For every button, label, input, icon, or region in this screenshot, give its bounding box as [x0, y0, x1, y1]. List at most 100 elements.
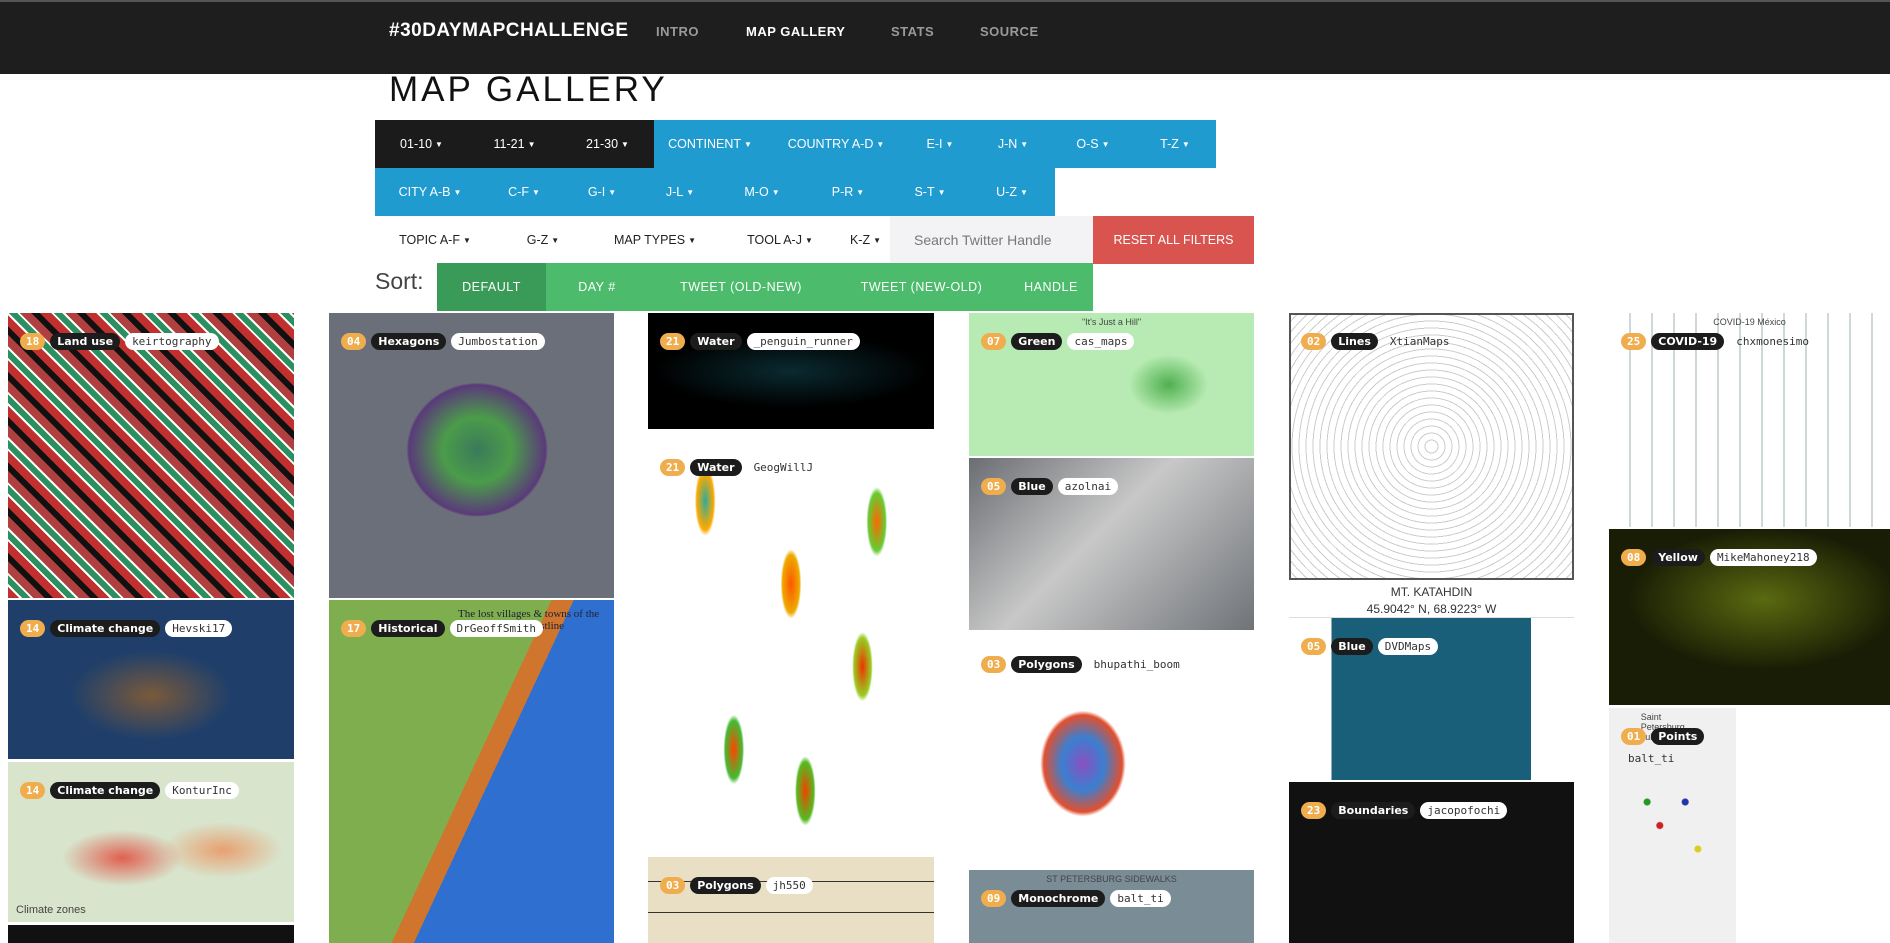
day-badge[interactable]: 14: [20, 620, 46, 637]
twitter-handle[interactable]: chxmonesimo: [1729, 333, 1816, 350]
sort-option-3[interactable]: TWEET (NEW-OLD): [834, 263, 1009, 311]
map-thumbnail[interactable]: [8, 313, 294, 598]
topic-badge[interactable]: Climate change: [50, 620, 161, 637]
map-tile[interactable]: 18 Land use keirtography: [8, 313, 294, 598]
map-tile[interactable]: 05 Blue DVDMaps: [1289, 618, 1574, 780]
filter-country-4[interactable]: O-S ▼: [1052, 120, 1134, 168]
filter-city-0[interactable]: CITY A-B ▼: [375, 168, 485, 216]
filter-topic-0[interactable]: TOPIC A-F ▼: [375, 216, 495, 264]
map-tile[interactable]: Climate zones 14 Climate change KonturInc: [8, 762, 294, 922]
topic-badge[interactable]: Hexagons: [371, 333, 447, 350]
map-thumbnail[interactable]: [648, 857, 934, 943]
day-badge[interactable]: 05: [981, 478, 1007, 495]
map-tile[interactable]: 23 Boundaries jacopofochi: [1289, 782, 1574, 943]
topic-badge[interactable]: Climate change: [50, 782, 161, 799]
filter-country-1[interactable]: COUNTRY A-D ▼: [766, 120, 906, 168]
day-badge[interactable]: 09: [981, 890, 1007, 907]
nav-intro[interactable]: INTRO: [656, 24, 699, 39]
map-tile[interactable]: 05 Blue azolnai: [969, 458, 1254, 630]
twitter-handle[interactable]: Jumbostation: [451, 333, 545, 350]
map-tile[interactable]: The lost villages & towns of the East Yo…: [329, 600, 614, 943]
sort-option-2[interactable]: TWEET (OLD-NEW): [648, 263, 834, 311]
twitter-handle[interactable]: bhupathi_boom: [1087, 656, 1187, 673]
twitter-handle[interactable]: jacopofochi: [1420, 802, 1508, 819]
nav-source[interactable]: SOURCE: [980, 24, 1039, 39]
filter-city-4[interactable]: M-O ▼: [719, 168, 805, 216]
twitter-handle[interactable]: balt_ti: [1621, 750, 1736, 767]
map-tile[interactable]: 14 Climate change Hevski17: [8, 600, 294, 759]
twitter-handle[interactable]: _penguin_runner: [746, 333, 860, 350]
topic-badge[interactable]: Water: [690, 333, 742, 350]
topic-badge[interactable]: Polygons: [690, 877, 761, 894]
filter-city-1[interactable]: C-F ▼: [485, 168, 563, 216]
filter-topic-2[interactable]: MAP TYPES ▼: [591, 216, 719, 264]
day-badge[interactable]: 21: [660, 459, 686, 476]
twitter-handle[interactable]: GeogWillJ: [747, 459, 821, 476]
reset-filters-button[interactable]: RESET ALL FILTERS: [1093, 216, 1254, 264]
twitter-handle[interactable]: azolnai: [1057, 478, 1119, 495]
map-thumbnail[interactable]: [329, 313, 614, 598]
twitter-handle[interactable]: balt_ti: [1110, 890, 1171, 907]
day-badge[interactable]: 17: [341, 620, 367, 637]
filter-topic-3[interactable]: TOOL A-J ▼: [719, 216, 841, 264]
topic-badge[interactable]: COVID-19: [1651, 333, 1725, 350]
day-badge[interactable]: 08: [1621, 549, 1647, 566]
map-tile[interactable]: 03 Polygons jh550: [648, 857, 934, 943]
day-badge[interactable]: 05: [1301, 638, 1327, 655]
day-badge[interactable]: 21: [660, 333, 686, 350]
twitter-handle[interactable]: keirtography: [125, 333, 219, 350]
map-thumbnail[interactable]: [8, 925, 294, 943]
day-badge[interactable]: 01: [1621, 728, 1647, 745]
day-badge[interactable]: 04: [341, 333, 367, 350]
map-tile[interactable]: [8, 925, 294, 943]
day-badge[interactable]: 03: [660, 877, 686, 894]
map-tile[interactable]: 21 Water _penguin_runner: [648, 313, 934, 429]
filter-topic-1[interactable]: G-Z ▼: [495, 216, 591, 264]
filter-day-0[interactable]: 01-10 ▼: [375, 120, 468, 168]
day-badge[interactable]: 25: [1621, 333, 1647, 350]
sort-option-0[interactable]: DEFAULT: [437, 263, 546, 311]
filter-city-5[interactable]: P-R ▼: [805, 168, 891, 216]
twitter-handle[interactable]: DVDMaps: [1377, 638, 1439, 655]
map-tile[interactable]: 21 Water GeogWillJ: [648, 439, 934, 853]
twitter-handle[interactable]: MikeMahoney218: [1709, 549, 1817, 566]
filter-day-2[interactable]: 21-30 ▼: [561, 120, 654, 168]
map-thumbnail[interactable]: [648, 439, 934, 853]
map-thumbnail[interactable]: [329, 600, 614, 943]
search-handle-input[interactable]: [890, 216, 1093, 264]
day-badge[interactable]: 23: [1301, 802, 1327, 819]
map-thumbnail[interactable]: [1289, 313, 1574, 580]
filter-country-5[interactable]: T-Z ▼: [1134, 120, 1216, 168]
map-tile[interactable]: "It's Just a Hill" 07 Green cas_maps: [969, 313, 1254, 456]
map-thumbnail[interactable]: [648, 313, 934, 429]
day-badge[interactable]: 03: [981, 656, 1007, 673]
brand-logo[interactable]: #30DAYMAPCHALLENGE: [389, 20, 629, 42]
filter-country-0[interactable]: CONTINENT ▼: [654, 120, 766, 168]
map-tile[interactable]: 08 Yellow MikeMahoney218: [1609, 529, 1890, 705]
sort-option-4[interactable]: HANDLE: [1009, 263, 1093, 311]
filter-city-6[interactable]: S-T ▼: [891, 168, 969, 216]
topic-badge[interactable]: Blue: [1011, 478, 1053, 495]
twitter-handle[interactable]: KonturInc: [165, 782, 239, 799]
twitter-handle[interactable]: XtianMaps: [1383, 333, 1457, 350]
topic-badge[interactable]: Land use: [50, 333, 121, 350]
day-badge[interactable]: 07: [981, 333, 1007, 350]
topic-badge[interactable]: Historical: [371, 620, 445, 637]
filter-country-2[interactable]: E-I ▼: [906, 120, 974, 168]
topic-badge[interactable]: Blue: [1331, 638, 1373, 655]
topic-badge[interactable]: Points: [1651, 728, 1705, 745]
filter-city-2[interactable]: G-I ▼: [563, 168, 641, 216]
map-tile[interactable]: 02 Lines XtianMaps: [1289, 313, 1574, 580]
topic-badge[interactable]: Lines: [1331, 333, 1378, 350]
topic-badge[interactable]: Yellow: [1651, 549, 1705, 566]
twitter-handle[interactable]: cas_maps: [1067, 333, 1135, 350]
search-handle-box[interactable]: Search Twitter Handle: [890, 216, 1093, 264]
twitter-handle[interactable]: DrGeoffSmith: [449, 620, 543, 637]
day-badge[interactable]: 14: [20, 782, 46, 799]
topic-badge[interactable]: Water: [690, 459, 742, 476]
day-badge[interactable]: 02: [1301, 333, 1327, 350]
filter-city-7[interactable]: U-Z ▼: [969, 168, 1055, 216]
filter-day-1[interactable]: 11-21 ▼: [468, 120, 561, 168]
map-tile[interactable]: 03 Polygons bhupathi_boom: [969, 636, 1254, 868]
map-tile[interactable]: 04 Hexagons Jumbostation: [329, 313, 614, 598]
